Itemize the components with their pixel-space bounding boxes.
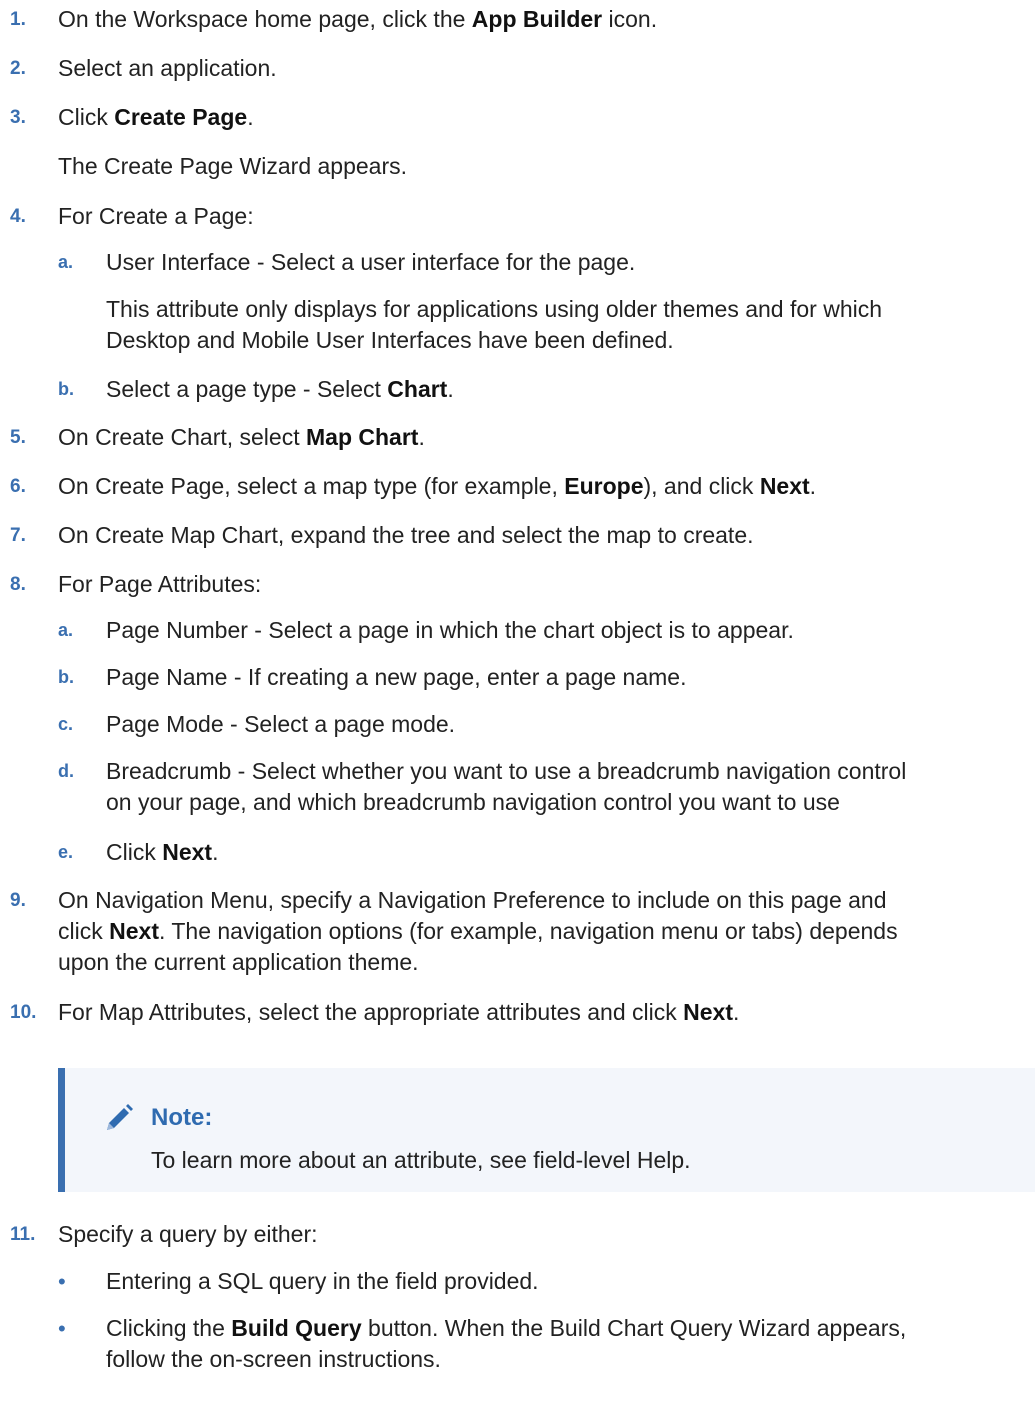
step-number: 8.: [10, 574, 26, 595]
step-text: The Create Page Wizard appears.: [58, 153, 408, 179]
step-text: For Map Attributes, select the appropria…: [58, 999, 740, 1025]
step-number: 5.: [10, 427, 26, 448]
step-number: 10.: [10, 1002, 37, 1023]
step-number: 6.: [10, 476, 26, 497]
sub-step-text: Page Mode - Select a page mode.: [106, 711, 456, 737]
sub-step-text: Select a page type - Select Chart.: [106, 376, 454, 402]
sub-step-letter: e.: [58, 842, 74, 862]
step-text: On Navigation Menu, specify a Navigation…: [58, 887, 887, 913]
step-number: 9.: [10, 890, 26, 911]
sub-step-text: Page Number - Select a page in which the…: [106, 617, 794, 643]
sub-step-detail-line: Desktop and Mobile User Interfaces have …: [106, 327, 674, 353]
step-text: upon the current application theme.: [58, 949, 419, 975]
note-box: Note: To learn more about an attribute, …: [58, 1068, 1035, 1192]
step-text: On Create Page, select a map type (for e…: [58, 473, 817, 499]
sub-step-letter: a.: [58, 620, 74, 640]
note-title: Note:: [151, 1104, 213, 1131]
bullet-text: Entering a SQL query in the field provid…: [106, 1268, 539, 1294]
step-text: For Page Attributes:: [58, 571, 262, 597]
sub-step-text: Page Name - If creating a new page, ente…: [106, 664, 687, 690]
bullet-text: follow the on-screen instructions.: [106, 1346, 441, 1372]
step-number: 3.: [10, 107, 26, 128]
sub-step-detail-line: This attribute only displays for applica…: [106, 296, 883, 322]
step-number: 7.: [10, 525, 26, 546]
bullet-icon: •: [58, 1316, 66, 1341]
step-number: 1.: [10, 9, 26, 30]
step-text: On the Workspace home page, click the Ap…: [58, 6, 658, 32]
sub-step-letter: c.: [58, 714, 74, 734]
step-text: On Create Map Chart, expand the tree and…: [58, 522, 754, 548]
step-text: On Create Chart, select Map Chart.: [58, 424, 425, 450]
bullet-icon: •: [58, 1269, 66, 1294]
sub-step-text: on your page, and which breadcrumb navig…: [106, 789, 840, 815]
bullet-text: Clicking the Build Query button. When th…: [106, 1315, 907, 1341]
sub-step-letter: b.: [58, 667, 74, 687]
sub-step-text: Breadcrumb - Select whether you want to …: [106, 758, 907, 784]
sub-step-letter: d.: [58, 761, 74, 781]
step-text: click Next. The navigation options (for …: [58, 918, 898, 944]
step-text: For Create a Page:: [58, 203, 254, 229]
sub-step-letter: a.: [58, 252, 74, 272]
step-text: Select an application.: [58, 55, 277, 81]
pencil-icon: [107, 1104, 133, 1130]
note-text: To learn more about an attribute, see fi…: [151, 1147, 691, 1173]
step-text: Specify a query by either:: [58, 1221, 318, 1247]
sub-step-text: Click Next.: [106, 839, 219, 865]
step-number: 11.: [10, 1224, 36, 1245]
sub-step-letter: b.: [58, 379, 74, 399]
step-text: Click Create Page.: [58, 104, 254, 130]
step-number: 2.: [10, 58, 26, 79]
step-number: 4.: [10, 206, 26, 227]
sub-step-text: User Interface - Select a user interface…: [106, 249, 636, 275]
